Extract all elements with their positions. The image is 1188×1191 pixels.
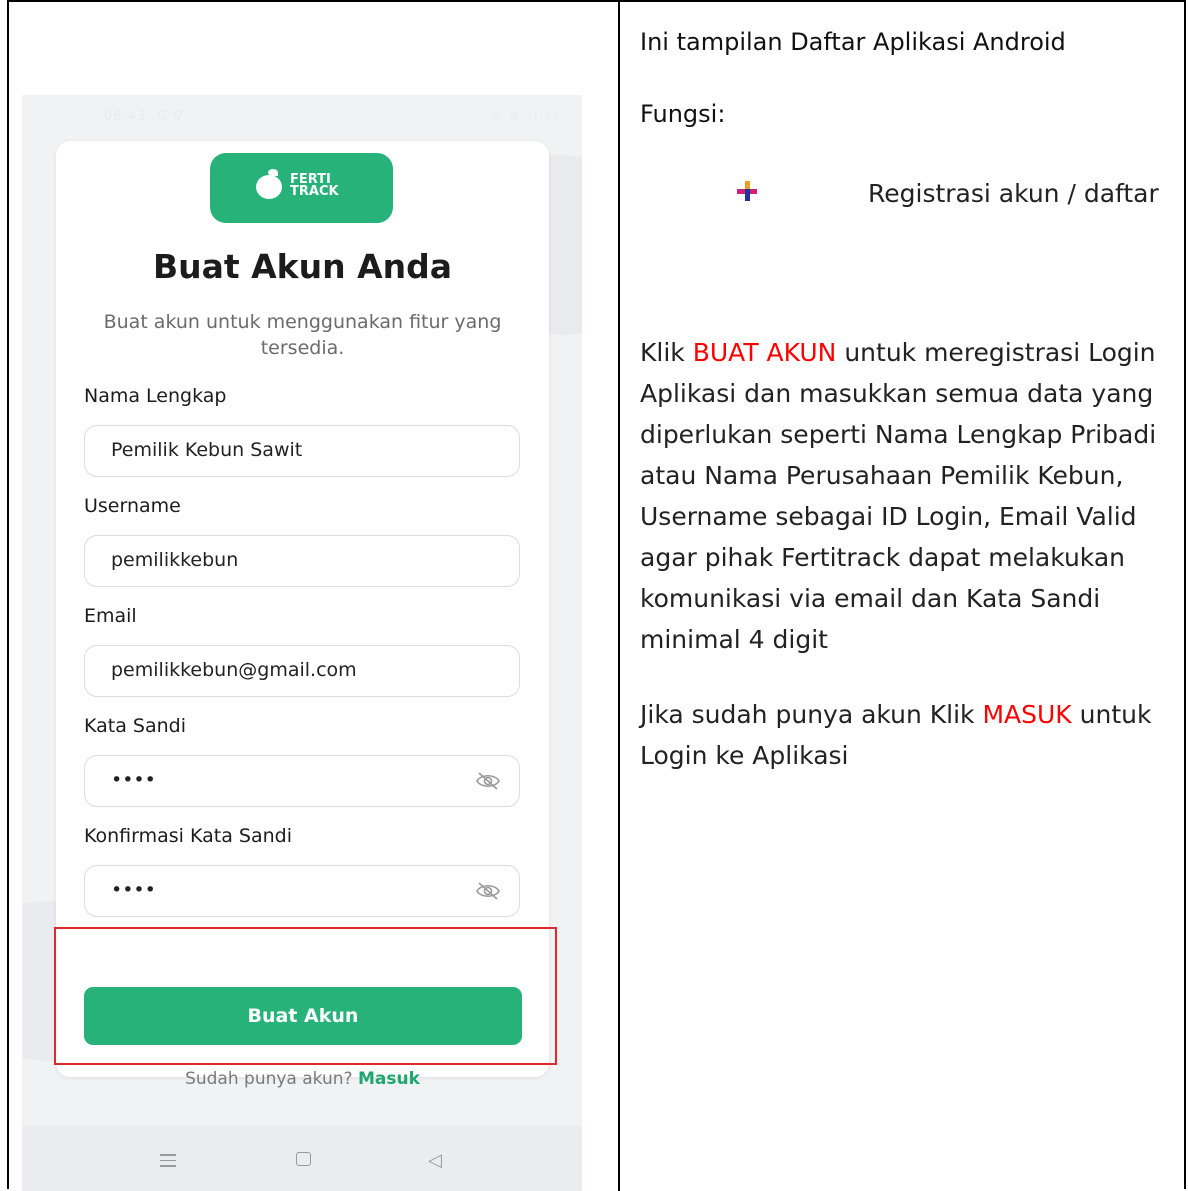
android-nav-bar: ◁ xyxy=(22,1126,582,1191)
status-bar: 06:43 G ⚲ ⊙ ≋ ıl ▭ xyxy=(22,95,582,137)
doc-heading: Ini tampilan Daftar Aplikasi Android xyxy=(640,28,1066,56)
signin-link[interactable]: Masuk xyxy=(358,1069,420,1089)
highlight-box xyxy=(54,927,557,1065)
confirm-password-field[interactable]: •••• xyxy=(84,865,520,917)
full-name-field[interactable]: Pemilik Kebun Sawit xyxy=(84,425,520,477)
status-right-icons: ⊙ ≋ ıl ▭ xyxy=(490,109,560,124)
page-subtitle: Buat akun untuk menggunakan fitur yang t… xyxy=(103,311,502,359)
page-title: Buat Akun Anda xyxy=(152,247,453,286)
document-table: 06:43 G ⚲ ⊙ ≋ ıl ▭ FERTI TRACK Buat Akun… xyxy=(7,0,1186,1191)
back-icon[interactable]: ◁ xyxy=(428,1150,442,1171)
buat-akun-emphasis: BUAT AKUN xyxy=(692,338,837,367)
password-field[interactable]: •••• xyxy=(84,755,520,807)
status-left-icons: G ⚲ xyxy=(157,109,184,124)
email-label: Email xyxy=(84,605,137,627)
username-value: pemilikkebun xyxy=(111,549,239,571)
instruction-paragraph-2: Jika sudah punya akun Klik MASUK untuk L… xyxy=(640,700,1152,770)
confirm-password-value: •••• xyxy=(111,879,156,901)
palm-fruit-icon xyxy=(256,175,282,199)
status-time: 06:43 xyxy=(104,109,147,124)
instruction-paragraph-1: Klik BUAT AKUN untuk meregistrasi Login … xyxy=(640,338,1157,654)
logo-text-line2: TRACK xyxy=(290,184,339,199)
eye-off-icon[interactable] xyxy=(475,771,501,791)
menu-icon[interactable] xyxy=(160,1154,176,1171)
email-field[interactable]: pemilikkebun@gmail.com xyxy=(84,645,520,697)
signin-prompt: Sudah punya akun? xyxy=(185,1069,353,1089)
eye-off-icon[interactable] xyxy=(475,881,501,901)
full-name-label: Nama Lengkap xyxy=(84,385,227,407)
fungsi-bullet: Registrasi akun / daftar xyxy=(868,179,1159,208)
confirm-password-label: Konfirmasi Kata Sandi xyxy=(84,825,292,847)
username-label: Username xyxy=(84,495,181,517)
fungsi-label: Fungsi: xyxy=(640,100,726,128)
screenshot-cell: 06:43 G ⚲ ⊙ ≋ ıl ▭ FERTI TRACK Buat Akun… xyxy=(9,2,618,1191)
bullet-plus-icon xyxy=(737,181,757,201)
email-value: pemilikkebun@gmail.com xyxy=(111,659,357,681)
full-name-value: Pemilik Kebun Sawit xyxy=(111,439,303,461)
username-field[interactable]: pemilikkebun xyxy=(84,535,520,587)
app-logo: FERTI TRACK xyxy=(210,153,393,223)
description-cell: Ini tampilan Daftar Aplikasi Android Fun… xyxy=(620,2,1186,1191)
password-label: Kata Sandi xyxy=(84,715,186,737)
password-value: •••• xyxy=(111,769,156,791)
signin-row: Sudah punya akun? Masuk xyxy=(56,1069,549,1089)
masuk-emphasis: MASUK xyxy=(982,700,1072,729)
home-icon[interactable] xyxy=(296,1152,311,1166)
